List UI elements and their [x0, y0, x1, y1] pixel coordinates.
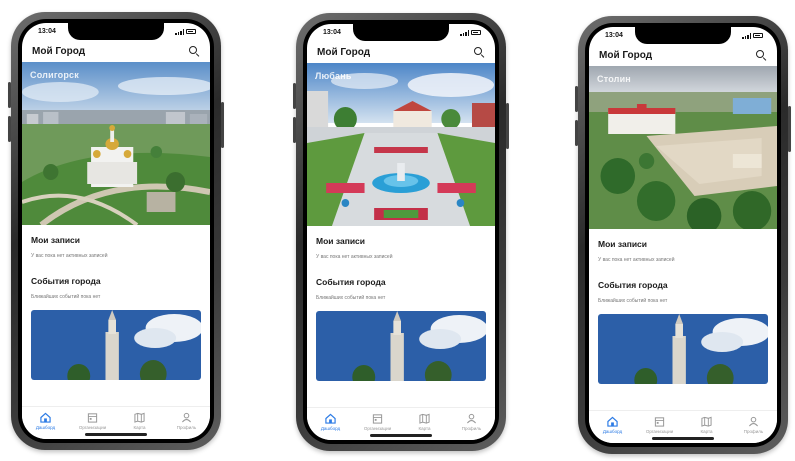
tab-dashboard[interactable]: Дашборд: [593, 416, 633, 434]
notch: [68, 23, 164, 40]
building-icon: [372, 414, 383, 424]
tab-profile[interactable]: Профиль: [452, 413, 492, 431]
tab-organizations[interactable]: Организации: [358, 413, 398, 431]
section-title: События города: [598, 280, 668, 290]
notch: [635, 27, 731, 44]
signal-icon: [460, 29, 469, 36]
phone-mockup-1: 13:04 Мой Город Солигорск Мои записи У в…: [8, 12, 224, 450]
battery-icon: [753, 33, 763, 38]
section-subtitle: Ближайших событий пока нет: [316, 295, 386, 301]
city-hero-image[interactable]: Солигорск: [22, 62, 210, 225]
map-icon: [134, 412, 145, 423]
map-icon: [701, 416, 712, 427]
app-title: Мой Город: [317, 46, 371, 58]
city-events-section: События города Ближайших событий пока не…: [589, 263, 777, 304]
section-title: Мои записи: [316, 236, 366, 246]
search-icon[interactable]: [755, 49, 767, 61]
status-time: 13:04: [323, 29, 341, 36]
city-events-section: События города Ближайших событий пока не…: [307, 260, 495, 301]
city-photo: [589, 66, 777, 229]
city-name: Столин: [597, 74, 631, 84]
section-subtitle: Ближайших событий пока нет: [598, 298, 668, 304]
status-time: 13:04: [605, 32, 623, 39]
user-icon: [466, 413, 477, 424]
app-screen: 13:04 Мой Город: [22, 23, 210, 439]
app-bar: Мой Город: [589, 44, 777, 66]
home-icon: [40, 412, 51, 423]
city-name: Солигорск: [30, 70, 79, 80]
event-card-image[interactable]: [316, 311, 486, 381]
app-screen: 13:04 Мой Город: [307, 24, 495, 440]
tower-photo: [598, 314, 768, 384]
search-icon[interactable]: [473, 46, 485, 58]
map-icon: [419, 413, 430, 424]
tower-photo: [31, 310, 201, 380]
section-title: Мои записи: [31, 235, 81, 245]
home-indicator: [85, 433, 147, 436]
event-card-image[interactable]: [598, 314, 768, 384]
signal-icon: [742, 32, 751, 39]
app-title: Мой Город: [32, 45, 86, 57]
tab-map[interactable]: Карта: [687, 416, 727, 434]
city-hero-image[interactable]: Столин: [589, 66, 777, 229]
phone-mockup-2: 13:04 Мой Город Любань Мои записи У вас …: [293, 13, 509, 451]
event-card-image[interactable]: [31, 310, 201, 380]
my-bookings-section: Мои записи У вас пока нет активных запис…: [22, 225, 210, 259]
user-icon: [748, 416, 759, 427]
tab-profile[interactable]: Профиль: [167, 412, 207, 430]
home-indicator: [370, 434, 432, 437]
section-title: События города: [316, 277, 386, 287]
tab-map[interactable]: Карта: [120, 412, 160, 430]
user-icon: [181, 412, 192, 423]
notch: [353, 24, 449, 41]
my-bookings-section: Мои записи У вас пока нет активных запис…: [307, 226, 495, 260]
building-icon: [654, 417, 665, 427]
home-icon: [325, 413, 336, 424]
home-icon: [607, 416, 618, 427]
tower-photo: [316, 311, 486, 381]
battery-icon: [471, 30, 481, 35]
app-bar: Мой Город: [307, 41, 495, 63]
city-name: Любань: [315, 71, 352, 81]
phone-mockup-3: 13:04 Мой Город Столин Мои записи У вас …: [575, 16, 791, 454]
app-title: Мой Город: [599, 49, 653, 61]
tab-organizations[interactable]: Организации: [73, 412, 113, 430]
city-photo: [22, 62, 210, 225]
battery-icon: [186, 29, 196, 34]
search-icon[interactable]: [188, 45, 200, 57]
signal-icon: [175, 28, 184, 35]
building-icon: [87, 413, 98, 423]
city-events-section: События города Ближайших событий пока не…: [22, 259, 210, 300]
app-screen: 13:04 Мой Город: [589, 27, 777, 443]
home-indicator: [652, 437, 714, 440]
city-hero-image[interactable]: Любань: [307, 63, 495, 226]
status-time: 13:04: [38, 28, 56, 35]
section-subtitle: Ближайших событий пока нет: [31, 294, 101, 300]
tab-map[interactable]: Карта: [405, 413, 445, 431]
city-photo: [307, 63, 495, 226]
tab-profile[interactable]: Профиль: [734, 416, 774, 434]
section-title: События города: [31, 276, 101, 286]
tab-organizations[interactable]: Организации: [640, 416, 680, 434]
tab-dashboard[interactable]: Дашборд: [311, 413, 351, 431]
tab-dashboard[interactable]: Дашборд: [26, 412, 66, 430]
section-title: Мои записи: [598, 239, 648, 249]
app-bar: Мой Город: [22, 40, 210, 62]
my-bookings-section: Мои записи У вас пока нет активных запис…: [589, 229, 777, 263]
